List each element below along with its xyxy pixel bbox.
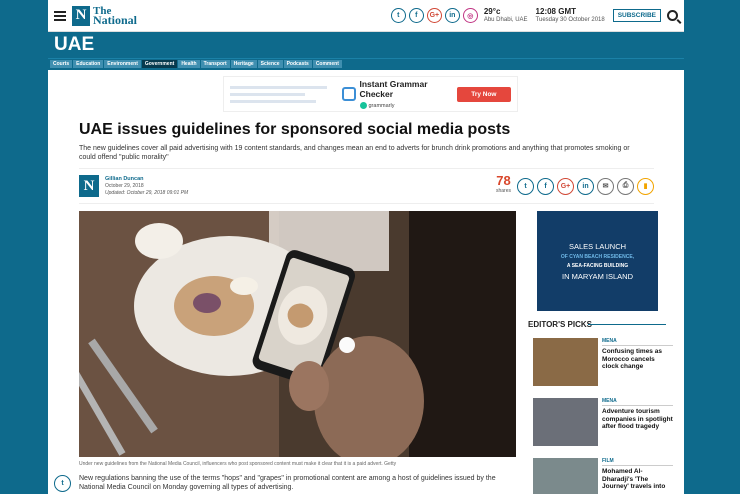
share-twitter-icon[interactable]: t xyxy=(517,177,534,195)
share-facebook-icon[interactable]: f xyxy=(537,177,554,195)
section-subnav: Courts Education Environment Government Heal… xyxy=(48,58,684,70)
author-avatar[interactable]: N xyxy=(79,175,99,197)
social-links: t f G+ in ◎ xyxy=(390,8,478,23)
subnav-item-courts[interactable]: Courts xyxy=(50,59,73,68)
editors-pick-item[interactable]: MENA Confusing times as Morocco cancels c… xyxy=(533,338,673,386)
subnav-item-environment[interactable]: Environment xyxy=(104,59,141,68)
logo-mark: N xyxy=(72,5,90,26)
article-hero-image xyxy=(79,211,516,457)
editors-pick-thumbnail[interactable] xyxy=(533,398,598,446)
share-bar: 78 shares t f G+ in ✉ ⎙ ▮ xyxy=(495,173,654,196)
ad-title: Instant Grammar Checker xyxy=(359,79,428,99)
sidebar-ad-line3: A SEA-FACING BUILDING xyxy=(566,262,629,269)
logo-text: The National xyxy=(93,5,138,27)
linkedin-icon[interactable]: in xyxy=(444,8,460,23)
site-logo[interactable]: N The National xyxy=(72,5,138,27)
clock-suffix: GMT xyxy=(558,6,577,16)
editors-picks-title: EDITOR'S PICKS xyxy=(528,320,592,329)
sidebar-ad-line4: IN MARYAM ISLAND xyxy=(562,271,633,281)
grammarly-ad[interactable]: Instant Grammar Checker grammarly Try No… xyxy=(222,76,518,112)
logo-line2: National xyxy=(93,12,138,27)
image-caption: Under new guidelines from the National M… xyxy=(79,461,397,467)
editors-pick-thumbnail[interactable] xyxy=(533,458,598,494)
sidebar-ad-line2: OF CYAN BEACH RESIDENCE, xyxy=(560,253,635,260)
section-header: UAE xyxy=(48,32,684,58)
facebook-icon[interactable]: f xyxy=(408,8,424,23)
share-count-label: shares xyxy=(495,188,511,194)
weather-temp: 29°c xyxy=(483,6,501,16)
subnav-item-comment[interactable]: Comment xyxy=(312,59,342,68)
subscribe-button[interactable]: SUBSCRIBE xyxy=(612,9,661,22)
article-headline: UAE issues guidelines for sponsored soci… xyxy=(79,121,511,138)
ad-brand: grammarly xyxy=(359,102,458,109)
weather-place: Abu Dhabi, UAE xyxy=(483,16,528,23)
hamburger-menu-icon[interactable] xyxy=(54,10,66,21)
section-title[interactable]: UAE xyxy=(54,35,678,54)
search-icon[interactable] xyxy=(667,10,678,21)
editors-pick-title[interactable]: Adventure tourism companies in spotlight… xyxy=(602,408,673,431)
clock-widget: 12:08 GMT Tuesday 30 October 2018 xyxy=(535,6,605,24)
author-meta: Gillian Duncan October 29, 2018 Updated:… xyxy=(105,176,188,197)
subnav-item-health[interactable]: Health xyxy=(178,59,200,68)
share-googleplus-icon[interactable]: G+ xyxy=(557,177,574,195)
editors-pick-category[interactable]: MENA xyxy=(602,338,673,346)
share-print-icon[interactable]: ⎙ xyxy=(617,177,634,195)
ad-copy-icon xyxy=(341,87,356,101)
article-updated: Updated: October 29, 2018 09:01 PM xyxy=(105,189,189,196)
article-body: New regulations banning the use of the t… xyxy=(79,475,496,491)
ad-brand-label: grammarly xyxy=(368,102,395,109)
top-bar: N The National t f G+ in ◎ 29°c Abu Dhabi, U… xyxy=(48,0,684,32)
editors-pick-category[interactable]: FILM xyxy=(602,458,673,466)
floating-twitter-icon[interactable]: t xyxy=(54,475,71,492)
editors-pick-item[interactable]: MENA Adventure tourism companies in spotl… xyxy=(533,398,673,446)
subnav-item-education[interactable]: Education xyxy=(73,59,104,68)
weather-widget: 29°c Abu Dhabi, UAE xyxy=(483,6,528,24)
clock-date: Tuesday 30 October 2018 xyxy=(535,16,605,23)
instagram-icon[interactable]: ◎ xyxy=(462,8,478,23)
grammarly-icon xyxy=(359,102,367,109)
subnav-item-heritage[interactable]: Heritage xyxy=(230,59,257,68)
editors-pick-title[interactable]: Mohamed Al-Dharadji's 'The Journey' trav… xyxy=(602,468,673,491)
editors-pick-title[interactable]: Confusing times as Morocco cancels clock… xyxy=(602,348,673,371)
editors-pick-thumbnail[interactable] xyxy=(533,338,598,386)
page: N The National t f G+ in ◎ 29°c Abu Dhabi, U… xyxy=(48,0,684,494)
share-count: 78 shares xyxy=(495,173,511,196)
hero-photo xyxy=(79,211,516,457)
twitter-icon[interactable]: t xyxy=(390,8,406,23)
article-standfirst: The new guidelines cover all paid advert… xyxy=(79,145,630,161)
subnav-item-science[interactable]: Science xyxy=(257,59,283,68)
ad-illustration xyxy=(229,85,338,103)
editors-pick-category[interactable]: MENA xyxy=(602,398,673,406)
subnav-item-podcasts[interactable]: Podcasts xyxy=(283,59,312,68)
share-count-value: 78 xyxy=(496,173,511,188)
googleplus-icon[interactable]: G+ xyxy=(426,8,442,23)
ad-try-now-button[interactable]: Try Now xyxy=(457,86,511,102)
share-email-icon[interactable]: ✉ xyxy=(597,177,614,195)
editors-pick-item[interactable]: FILM Mohamed Al-Dharadji's 'The Journey' … xyxy=(533,458,673,494)
share-linkedin-icon[interactable]: in xyxy=(577,177,594,195)
ad-text: Instant Grammar Checker grammarly xyxy=(359,79,458,109)
bookmark-icon[interactable]: ▮ xyxy=(637,177,654,195)
editors-pick-meta: MENA Adventure tourism companies in spotl… xyxy=(602,398,673,446)
article-date: October 29, 2018 xyxy=(105,182,144,189)
sidebar-ad[interactable]: SALES LAUNCH OF CYAN BEACH RESIDENCE, A … xyxy=(537,211,658,311)
clock-time: 12:08 xyxy=(535,6,557,16)
byline: N Gillian Duncan October 29, 2018 Update… xyxy=(79,168,654,204)
editors-pick-meta: MENA Confusing times as Morocco cancels c… xyxy=(602,338,673,386)
sidebar-ad-line1: SALES LAUNCH xyxy=(568,241,627,251)
editors-pick-meta: FILM Mohamed Al-Dharadji's 'The Journey' … xyxy=(602,458,673,494)
subnav-item-government[interactable]: Government xyxy=(141,59,178,68)
subnav-item-transport[interactable]: Transport xyxy=(200,59,230,68)
editors-picks-divider xyxy=(588,324,666,325)
author-name[interactable]: Gillian Duncan xyxy=(105,176,188,183)
